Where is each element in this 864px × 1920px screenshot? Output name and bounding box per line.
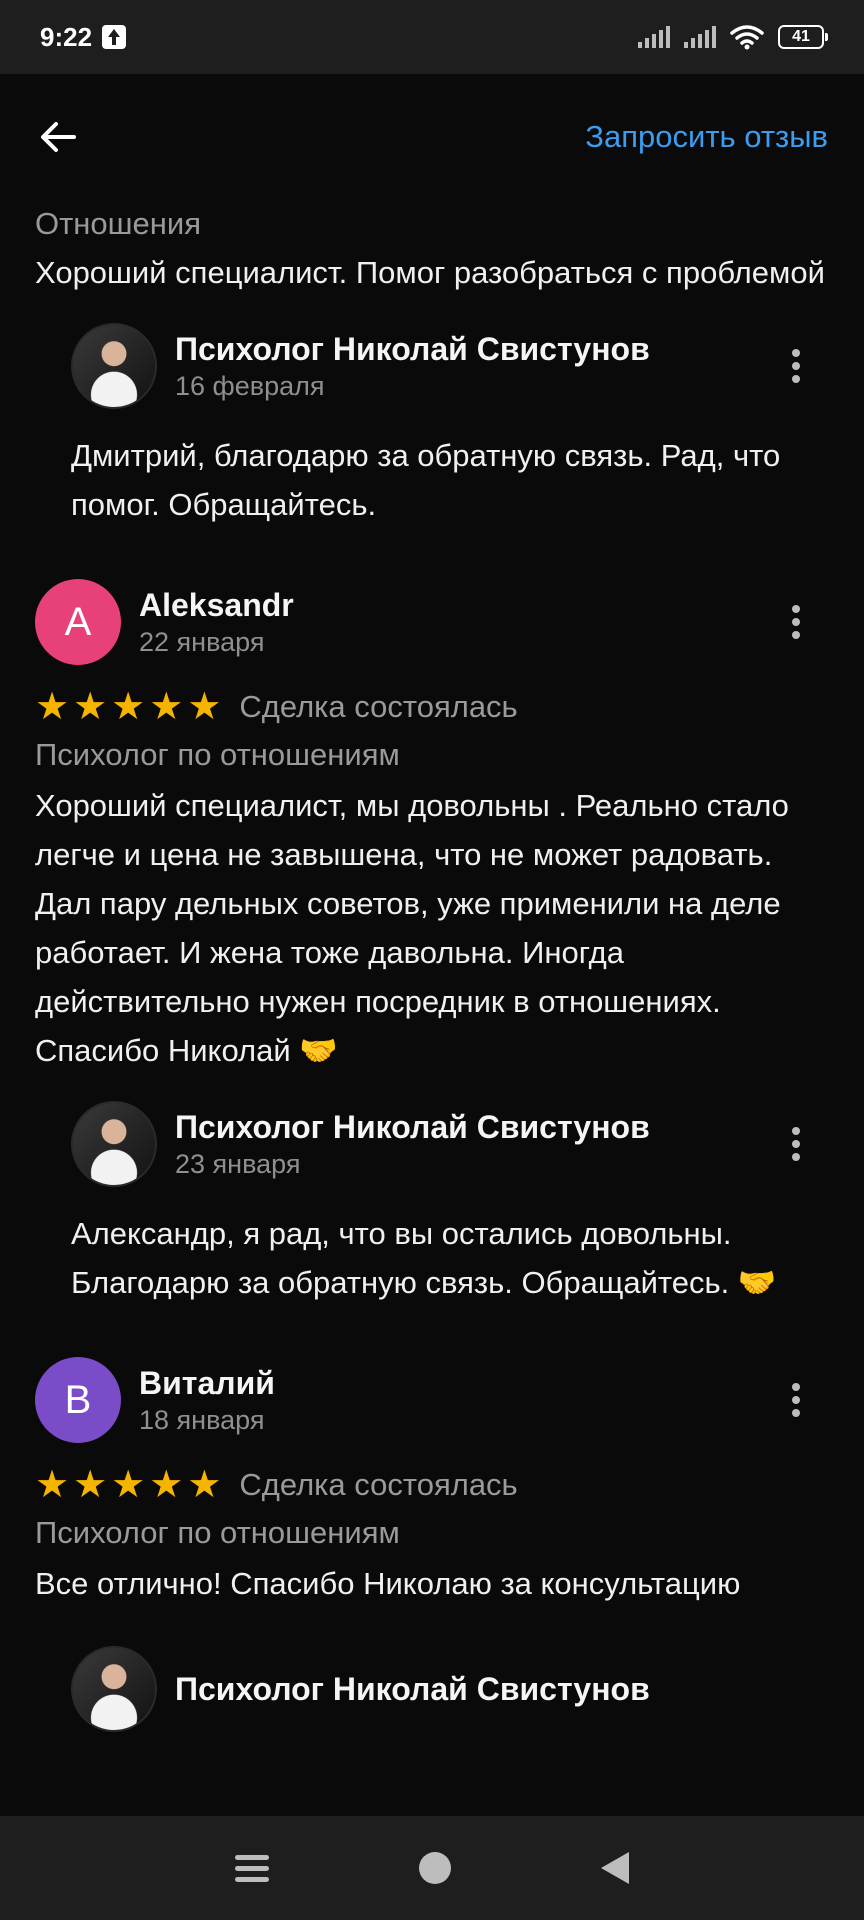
system-nav-bar (0, 1816, 864, 1920)
star-icon: ★ (73, 1464, 108, 1506)
review-author-row: A Aleksandr 22 января (35, 579, 829, 665)
avatar (71, 1646, 157, 1732)
star-rating: ★ ★ ★ ★ ★ (35, 1465, 221, 1505)
deal-status: Сделка состоялась (239, 689, 518, 724)
star-icon: ★ (73, 686, 108, 728)
review-author-name: Aleksandr (139, 587, 294, 623)
signal-icon (638, 26, 670, 48)
reply-date: 16 февраля (175, 371, 325, 401)
avatar: В (35, 1357, 121, 1443)
owner-reply: Психолог Николай Свистунов 16 февраля Дм… (71, 323, 829, 529)
star-icon: ★ (187, 686, 222, 728)
review-category: Отношения (35, 206, 202, 241)
signal-icon (684, 26, 716, 48)
battery-icon: 41 (778, 25, 828, 49)
review-text: Хороший специалист, мы довольны . Реальн… (35, 788, 789, 1068)
avatar (71, 1101, 157, 1187)
review-author-name: Виталий (139, 1365, 275, 1401)
review-category: Психолог по отношениям (35, 1515, 400, 1550)
review-date: 18 января (139, 1405, 265, 1435)
star-icon: ★ (187, 1464, 222, 1506)
star-icon: ★ (111, 1464, 146, 1506)
reply-author-name: Психолог Николай Свистунов (175, 331, 650, 367)
star-icon: ★ (149, 686, 184, 728)
reply-author-name: Психолог Николай Свистунов (175, 1109, 650, 1145)
upload-icon (102, 25, 127, 49)
star-icon: ★ (149, 1464, 184, 1506)
rating-row: ★ ★ ★ ★ ★ Сделка состоялась (35, 1461, 829, 1509)
reply-author-row: Психолог Николай Свистунов (71, 1646, 829, 1732)
reply-author-row: Психолог Николай Свистунов 23 января (71, 1101, 829, 1187)
rating-row: ★ ★ ★ ★ ★ Сделка состоялась (35, 683, 829, 731)
wifi-icon (730, 25, 764, 50)
review-text: Все отлично! Спасибо Николаю за консульт… (35, 1566, 741, 1601)
more-options-icon[interactable] (791, 1127, 801, 1161)
review-date: 22 января (139, 627, 265, 657)
status-bar: 9:22 41 (0, 0, 864, 74)
reviews-list: Отношения Хороший специалист. Помог разо… (0, 200, 864, 1732)
review-item: A Aleksandr 22 января ★ ★ ★ ★ ★ Сделка с… (35, 579, 829, 1307)
star-icon: ★ (35, 1464, 70, 1506)
battery-level: 41 (792, 28, 810, 45)
star-rating: ★ ★ ★ ★ ★ (35, 687, 221, 727)
reply-text: Дмитрий, благодарю за обратную связь. Ра… (71, 438, 781, 522)
owner-reply: Психолог Николай Свистунов 23 января Але… (71, 1101, 829, 1307)
owner-reply: Психолог Николай Свистунов (71, 1646, 829, 1732)
reply-author-name: Психолог Николай Свистунов (175, 1671, 650, 1707)
review-item: Отношения Хороший специалист. Помог разо… (35, 200, 829, 529)
more-options-icon[interactable] (791, 605, 801, 639)
reply-text: Александр, я рад, что вы остались доволь… (71, 1216, 777, 1300)
reply-date: 23 января (175, 1149, 301, 1179)
avatar (71, 323, 157, 409)
star-icon: ★ (111, 686, 146, 728)
request-review-button[interactable]: Запросить отзыв (585, 119, 828, 155)
nav-back-icon[interactable] (601, 1852, 629, 1884)
recent-apps-icon[interactable] (235, 1854, 269, 1882)
home-icon[interactable] (419, 1852, 451, 1884)
avatar: A (35, 579, 121, 665)
review-text: Хороший специалист. Помог разобраться с … (35, 255, 825, 290)
top-app-bar: Запросить отзыв (0, 74, 864, 200)
review-item: В Виталий 18 января ★ ★ ★ ★ ★ Сделка сос… (35, 1357, 829, 1732)
reply-author-row: Психолог Николай Свистунов 16 февраля (71, 323, 829, 409)
deal-status: Сделка состоялась (239, 1467, 518, 1502)
review-author-row: В Виталий 18 января (35, 1357, 829, 1443)
more-options-icon[interactable] (791, 349, 801, 383)
star-icon: ★ (35, 686, 70, 728)
back-arrow-icon[interactable] (36, 115, 80, 159)
status-time: 9:22 (40, 21, 93, 52)
review-category: Психолог по отношениям (35, 737, 400, 772)
more-options-icon[interactable] (791, 1383, 801, 1417)
screen: 9:22 41 Запросить отзыв Отношения Хороши… (0, 0, 864, 1920)
